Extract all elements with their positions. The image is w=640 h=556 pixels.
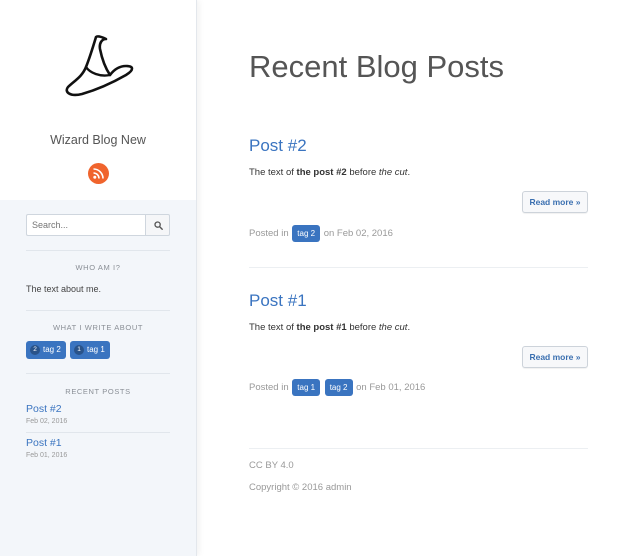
excerpt-text: before [346, 167, 379, 178]
license-link[interactable]: CC BY 4.0 [249, 460, 294, 471]
about-widget-title: WHO AM I? [75, 263, 121, 272]
excerpt-italic: the cut [378, 167, 408, 178]
post-divider [249, 267, 588, 268]
sidebar: Wizard Blog New WHO AM I? The text about… [0, 0, 197, 556]
recent-post-date: Feb 01, 2016 [26, 452, 68, 459]
post-tag-link[interactable]: tag 1 [292, 379, 321, 396]
tag-count: 2 [30, 345, 40, 355]
post-meta: Posted in tag 2 on Feb 02, 2016 [249, 225, 393, 243]
blog-name[interactable]: Wizard Blog New [0, 133, 196, 147]
excerpt-text: The text of [249, 167, 297, 178]
posted-in-label: Posted in [249, 382, 289, 393]
post-meta: Posted in tag 1 tag 2 on Feb 01, 2016 [249, 379, 425, 397]
tag-count: 1 [74, 345, 84, 355]
tag-label: tag 2 [43, 345, 61, 354]
excerpt-text: The text of [249, 322, 297, 333]
excerpt-text: . [407, 167, 411, 178]
post-date: on Feb 02, 2016 [323, 228, 393, 239]
recent-post-date: Feb 02, 2016 [26, 418, 68, 425]
excerpt-text: before [346, 322, 379, 333]
divider [26, 250, 170, 251]
tags-widget-title: WHAT I WRITE ABOUT [52, 323, 144, 332]
divider [26, 373, 170, 374]
divider [26, 310, 170, 311]
post-date: on Feb 01, 2016 [356, 382, 426, 393]
rss-icon[interactable] [88, 163, 109, 184]
double-chevron-right-icon: » [575, 352, 581, 362]
divider [26, 432, 170, 433]
recent-post-link[interactable]: Post #1 [26, 437, 62, 449]
excerpt-bold: the post #2 [296, 167, 347, 178]
about-text: The text about me. [26, 284, 102, 294]
double-chevron-right-icon: » [575, 197, 581, 207]
tag-button-tag-2[interactable]: 2 tag 2 [26, 341, 66, 359]
read-more-label: Read more [529, 197, 574, 207]
search-icon [154, 221, 163, 230]
tag-button-tag-1[interactable]: 1 tag 1 [70, 341, 110, 359]
post-excerpt: The text of the post #1 before the cut. [249, 322, 410, 333]
post-title-link[interactable]: Post #1 [249, 291, 307, 311]
recent-post-link[interactable]: Post #2 [26, 403, 62, 415]
footer-divider [249, 448, 588, 449]
excerpt-text: . [407, 322, 411, 333]
sidebar-header: Wizard Blog New [0, 0, 196, 200]
post-excerpt: The text of the post #2 before the cut. [249, 167, 410, 178]
post-title-link[interactable]: Post #2 [249, 136, 307, 156]
copyright-text: Copyright © 2016 admin [249, 482, 352, 493]
wizard-hat-icon[interactable] [60, 33, 136, 99]
post-tag-link[interactable]: tag 2 [324, 379, 353, 396]
posted-in-label: Posted in [249, 228, 289, 239]
excerpt-italic: the cut [378, 322, 408, 333]
tag-label: tag 1 [87, 345, 105, 354]
page-title: Recent Blog Posts [249, 49, 505, 84]
post-tag-link[interactable]: tag 2 [292, 225, 321, 242]
search-button[interactable] [145, 214, 170, 236]
read-more-label: Read more [529, 352, 574, 362]
recent-posts-widget-title: RECENT POSTS [65, 387, 131, 396]
search-input[interactable] [26, 214, 146, 236]
search-form [26, 214, 170, 236]
read-more-button[interactable]: Read more » [522, 346, 588, 368]
read-more-button[interactable]: Read more » [522, 191, 588, 213]
excerpt-bold: the post #1 [296, 322, 347, 333]
